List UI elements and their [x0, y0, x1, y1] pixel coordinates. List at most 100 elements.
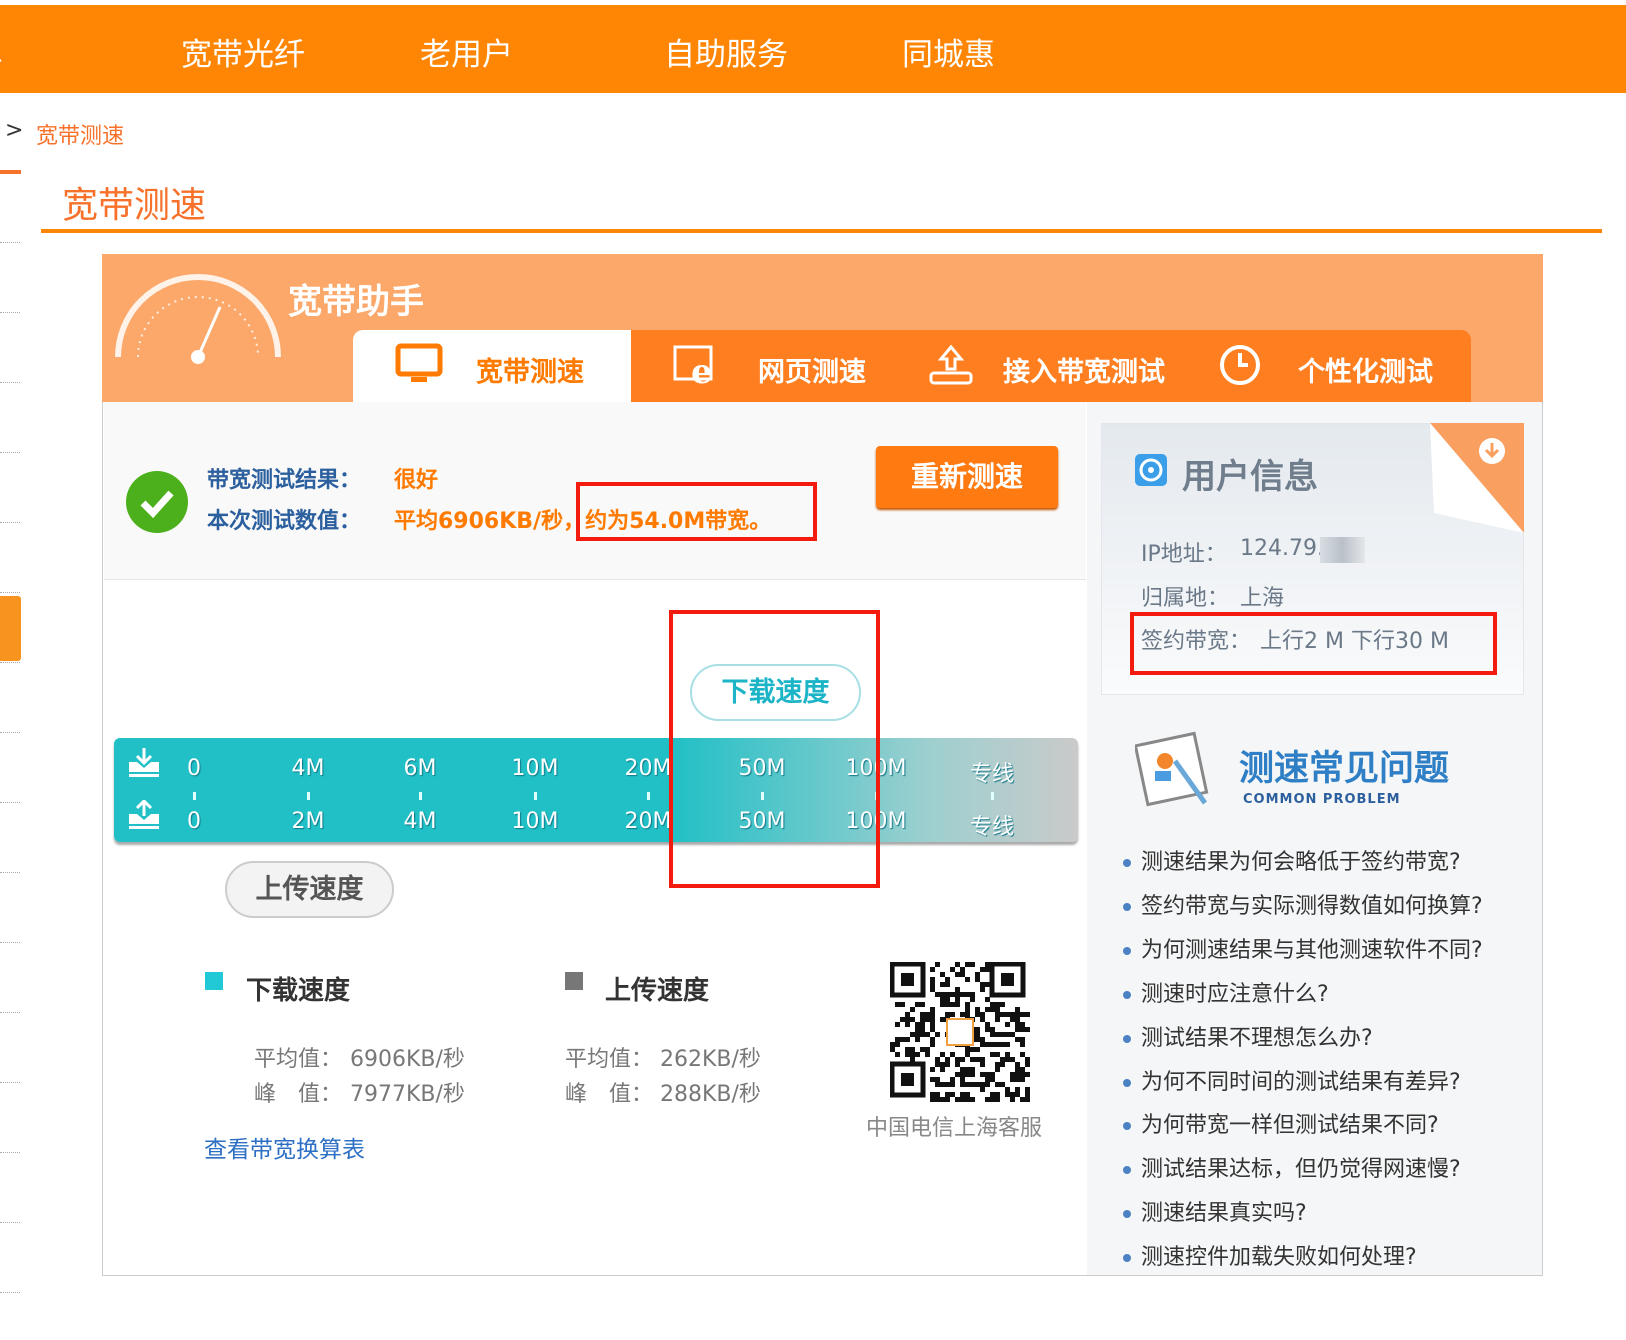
result-value: 很好	[394, 468, 439, 493]
result-label: 带宽测试结果：	[207, 468, 362, 493]
breadcrumb-separator: >	[5, 118, 24, 143]
sidebar-divider	[0, 942, 20, 943]
sidebar-divider	[0, 662, 20, 663]
annotation-box	[1130, 612, 1497, 675]
scale-tick-mark	[647, 792, 650, 800]
download-peak: 7977KB/秒	[350, 1082, 465, 1107]
page-curl-corner	[1430, 423, 1524, 533]
sidebar-divider	[0, 872, 20, 873]
upload-legend-label: 上传速度	[605, 976, 710, 1006]
bullet-icon	[1123, 1078, 1131, 1087]
faq-item-label: 测速时应注意什么?	[1141, 981, 1329, 1007]
sidebar-divider	[0, 732, 20, 733]
retest-button[interactable]: 重新测速	[876, 446, 1058, 508]
upload-icon	[129, 800, 159, 829]
tab-custom-test[interactable]: 个性化测试	[1298, 350, 1433, 389]
sidebar-indicator	[0, 170, 21, 174]
region-value: 上海	[1240, 586, 1285, 611]
scale-tick-mark	[534, 792, 537, 800]
faq-item-label: 测速结果为何会略低于签约带宽?	[1141, 850, 1461, 875]
faq-item[interactable]: 测速时应注意什么?	[1123, 976, 1329, 1008]
tab-webpage-test[interactable]: 网页测速	[758, 350, 866, 389]
nav-item-partial[interactable]: 讠	[0, 29, 17, 74]
faq-item[interactable]: 测速结果真实吗?	[1123, 1195, 1307, 1227]
faq-clipboard-icon	[1135, 731, 1209, 807]
success-check-icon	[126, 471, 188, 533]
upload-scale-tick: 20M	[624, 809, 672, 834]
sidebar-divider	[0, 382, 20, 383]
ip-value: 124.79.	[1240, 536, 1324, 561]
upload-scale-tick: 专线	[969, 815, 1015, 840]
download-scale-tick: 10M	[511, 756, 559, 781]
faq-item-label: 测试结果不理想怎么办?	[1141, 1025, 1373, 1051]
faq-item-label: 签约带宽与实际测得数值如何换算?	[1141, 893, 1483, 919]
page-title: 宽带测速	[62, 185, 207, 226]
upload-peak: 288KB/秒	[660, 1082, 761, 1107]
bullet-icon	[1123, 859, 1131, 867]
ip-label: IP地址：	[1141, 542, 1227, 567]
scale-tick-mark	[419, 792, 422, 800]
upload-tray-icon	[929, 344, 973, 385]
faq-item[interactable]: 为何测速结果与其他测速软件不同?	[1123, 932, 1483, 964]
download-legend-swatch	[205, 972, 223, 990]
ip-redacted	[1320, 537, 1365, 563]
bullet-icon	[1123, 1210, 1131, 1219]
webpage-ie-icon: e	[673, 345, 713, 387]
upload-legend-swatch	[565, 972, 583, 990]
sidebar-divider	[0, 1082, 20, 1083]
download-scale-tick: 0	[187, 756, 201, 781]
annotation-box	[669, 610, 880, 888]
tab-broadband-test-label[interactable]: 宽带测速	[476, 350, 584, 389]
upload-avg-label: 平均值：	[565, 1047, 654, 1072]
faq-item-label: 测试结果达标，但仍觉得网速慢?	[1141, 1157, 1461, 1183]
monitor-icon	[395, 343, 443, 382]
nav-item-self-service[interactable]: 自助服务	[664, 29, 788, 74]
faq-item[interactable]: 签约带宽与实际测得数值如何换算?	[1123, 888, 1483, 920]
sidebar-divider	[0, 452, 20, 453]
upload-peak-label: 峰 值：	[565, 1082, 654, 1107]
breadcrumb-current[interactable]: 宽带测速	[36, 118, 124, 150]
upload-avg: 262KB/秒	[660, 1047, 761, 1072]
faq-item[interactable]: 为何带宽一样但测试结果不同?	[1123, 1107, 1439, 1139]
sidebar-divider	[0, 242, 20, 243]
faq-item[interactable]: 为何不同时间的测试结果有差异?	[1123, 1064, 1461, 1096]
sidebar-active-item[interactable]	[0, 596, 21, 661]
speed-scale-bar	[114, 738, 1078, 842]
sidebar-divider	[0, 1292, 20, 1293]
faq-item[interactable]: 测试结果达标，但仍觉得网速慢?	[1123, 1151, 1461, 1183]
download-legend-label: 下载速度	[246, 976, 351, 1006]
clock-icon	[1220, 345, 1260, 385]
nav-item-local-deals[interactable]: 同城惠	[902, 29, 995, 74]
region-label: 归属地：	[1141, 586, 1230, 611]
bullet-icon	[1123, 1254, 1131, 1263]
app-title: 宽带助手	[288, 282, 424, 322]
user-info-title: 用户信息	[1182, 457, 1318, 497]
top-nav: 讠 宽带光纤 老用户 自助服务 同城惠	[0, 5, 1626, 93]
bullet-icon	[1123, 946, 1131, 955]
upload-scale-tick: 0	[187, 809, 201, 834]
bullet-icon	[1123, 1034, 1131, 1043]
tab-access-bandwidth-test[interactable]: 接入带宽测试	[1003, 350, 1165, 389]
qr-caption: 中国电信上海客服	[866, 1116, 1043, 1141]
nav-item-old-users[interactable]: 老用户	[420, 29, 513, 74]
bullet-icon	[1123, 1166, 1131, 1175]
sidebar-divider	[0, 312, 20, 313]
faq-item[interactable]: 测速结果为何会略低于签约带宽?	[1123, 844, 1461, 876]
faq-title: 测速常见问题	[1239, 749, 1450, 789]
sidebar-divider	[0, 1222, 20, 1223]
sidebar-divider	[0, 1152, 20, 1153]
faq-item[interactable]: 测速控件加载失败如何处理?	[1123, 1239, 1417, 1271]
faq-item-label: 测速结果真实吗?	[1141, 1201, 1307, 1227]
faq-item-label: 为何测速结果与其他测速软件不同?	[1141, 937, 1483, 963]
upload-scale-tick: 4M	[403, 809, 437, 834]
nav-item-broadband[interactable]: 宽带光纤	[181, 29, 305, 74]
download-avg: 6906KB/秒	[350, 1047, 465, 1072]
scale-tick-mark	[193, 792, 196, 800]
upload-scale-tick: 10M	[511, 809, 559, 834]
faq-item[interactable]: 测试结果不理想怎么办?	[1123, 1020, 1373, 1052]
bandwidth-conversion-link[interactable]: 查看带宽换算表	[204, 1130, 365, 1164]
faq-item-label: 为何带宽一样但测试结果不同?	[1141, 1113, 1439, 1139]
test-value-label: 本次测试数值：	[207, 509, 362, 534]
download-icon	[129, 748, 159, 777]
sidebar-divider	[0, 802, 20, 803]
